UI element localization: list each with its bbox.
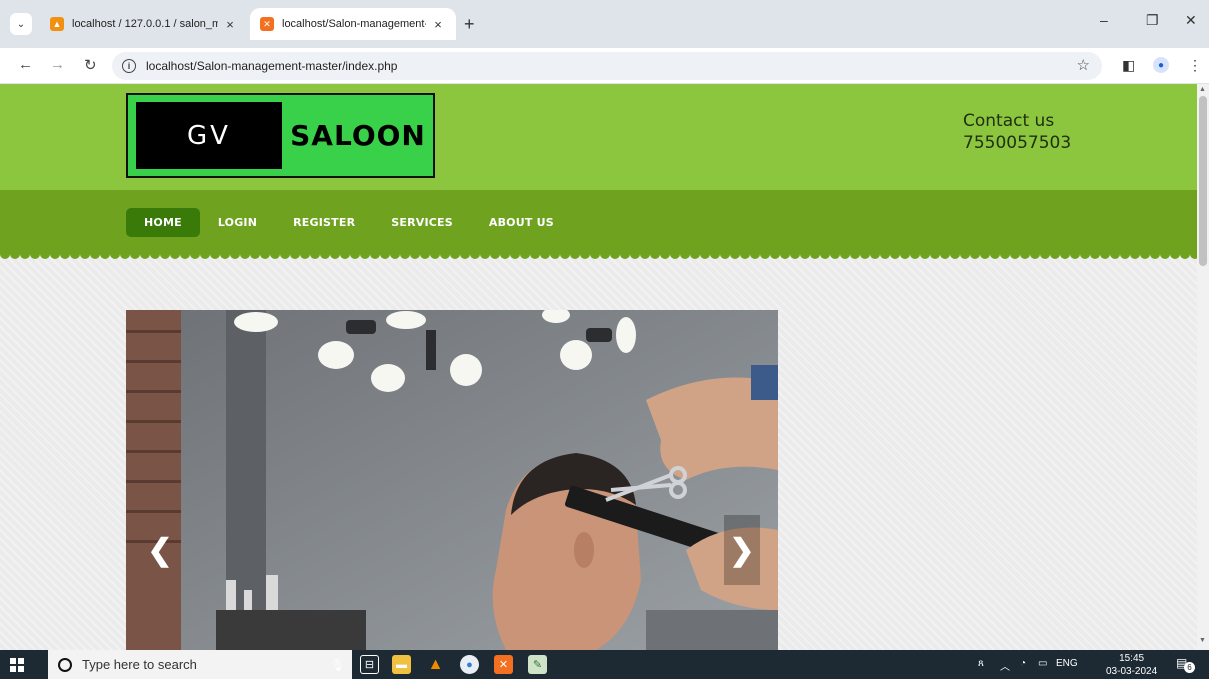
windows-start-icon[interactable]	[10, 658, 24, 672]
url-text: localhost/Salon-management-master/index.…	[146, 59, 398, 73]
profile-avatar-icon[interactable]: ●	[1153, 57, 1169, 73]
site-info-icon[interactable]: i	[122, 59, 136, 73]
bookmark-star-icon[interactable]: ☆	[1077, 56, 1090, 74]
menu-kebab-icon[interactable]: ⋮	[1188, 57, 1202, 74]
close-window-button[interactable]: ✕	[1185, 12, 1197, 29]
browser-tabstrip: ⌄ ▲ localhost / 127.0.0.1 / salon_ma × ✕…	[0, 0, 1209, 48]
language-indicator[interactable]: ENG	[1056, 658, 1078, 669]
logo-left-text: GV	[136, 102, 282, 169]
nav-wave-divider	[0, 248, 1197, 262]
main-navigation: HOME LOGIN REGISTER SERVICES ABOUT US	[0, 190, 1197, 254]
page-viewport: GV SALOON Contact us 7550057503 HOME LOG…	[0, 84, 1197, 650]
logo-right-text: SALOON	[290, 119, 426, 152]
side-panel-icon[interactable]: ◧	[1122, 57, 1135, 74]
page-scrollbar[interactable]: ▲ ▼	[1197, 84, 1209, 650]
taskbar-search-input[interactable]: Type here to search	[48, 650, 352, 679]
nav-about-us[interactable]: ABOUT US	[471, 208, 572, 237]
file-explorer-icon[interactable]: ▬	[392, 655, 411, 674]
nav-services[interactable]: SERVICES	[373, 208, 471, 237]
vlc-icon[interactable]: ▲	[426, 655, 445, 674]
tab-close-icon[interactable]: ×	[430, 17, 446, 32]
notepad-icon[interactable]: ✎	[528, 655, 547, 674]
xampp-icon[interactable]: ✕	[494, 655, 513, 674]
tab-title: localhost/Salon-management-m	[282, 18, 426, 30]
nav-register[interactable]: REGISTER	[275, 208, 373, 237]
battery-icon[interactable]: ▭	[1038, 658, 1047, 669]
notifications-icon[interactable]: ▤ 6	[1176, 656, 1195, 674]
forward-arrow-icon[interactable]: →	[50, 56, 65, 73]
restore-button[interactable]: ❐	[1146, 12, 1159, 29]
contact-info: Contact us 7550057503	[963, 110, 1071, 154]
barber-haircut-photo	[126, 310, 778, 650]
people-icon[interactable]: ጸ	[978, 658, 984, 669]
scrollbar-thumb[interactable]	[1199, 96, 1207, 266]
tray-expand-icon[interactable]: ︿	[1000, 658, 1010, 673]
wifi-icon[interactable]: ◔	[1020, 658, 1026, 669]
reload-icon[interactable]: ↻	[84, 56, 97, 74]
nav-login[interactable]: LOGIN	[200, 208, 275, 237]
nav-home[interactable]: HOME	[126, 208, 200, 237]
site-header: GV SALOON Contact us 7550057503	[0, 84, 1197, 190]
cortana-icon	[58, 657, 72, 672]
back-arrow-icon[interactable]: ←	[18, 56, 33, 73]
contact-phone: 7550057503	[963, 133, 1072, 153]
xampp-favicon-icon: ✕	[260, 17, 274, 31]
new-tab-button[interactable]: +	[464, 14, 475, 35]
task-view-icon[interactable]: ⊟	[360, 655, 379, 674]
tab-close-icon[interactable]: ×	[222, 17, 238, 32]
search-placeholder: Type here to search	[82, 657, 197, 672]
tab-salon-management[interactable]: ✕ localhost/Salon-management-m ×	[250, 8, 456, 40]
url-input[interactable]: i localhost/Salon-management-master/inde…	[112, 52, 1102, 80]
carousel-prev-arrow-icon[interactable]: ❮	[142, 515, 178, 585]
windows-taskbar: Type here to search 🎙 ⊟ ▬ ▲ ● ✕ ✎ ጸ ︿ ◔ …	[0, 650, 1209, 679]
microphone-icon[interactable]: 🎙	[330, 658, 345, 672]
site-logo[interactable]: GV SALOON	[126, 93, 435, 178]
tab-search-icon[interactable]: ⌄	[10, 13, 32, 35]
tab-phpmyadmin[interactable]: ▲ localhost / 127.0.0.1 / salon_ma ×	[40, 8, 248, 40]
taskbar-clock[interactable]: 15:45 03-03-2024	[1106, 652, 1157, 678]
chrome-icon[interactable]: ●	[460, 655, 479, 674]
tab-title: localhost / 127.0.0.1 / salon_ma	[72, 18, 218, 30]
image-carousel: ❮ ❯	[126, 310, 778, 650]
clock-time: 15:45	[1119, 653, 1145, 664]
clock-date: 03-03-2024	[1106, 666, 1158, 677]
carousel-next-arrow-icon[interactable]: ❯	[724, 515, 760, 585]
contact-label: Contact us	[963, 111, 1055, 131]
minimize-button[interactable]: –	[1100, 12, 1108, 28]
address-bar: ← → ↻ i localhost/Salon-management-maste…	[0, 48, 1209, 84]
scroll-down-icon[interactable]: ▼	[1199, 637, 1206, 644]
phpmyadmin-favicon-icon: ▲	[50, 17, 64, 31]
scroll-up-icon[interactable]: ▲	[1199, 86, 1206, 93]
notification-count-badge: 6	[1184, 662, 1195, 673]
